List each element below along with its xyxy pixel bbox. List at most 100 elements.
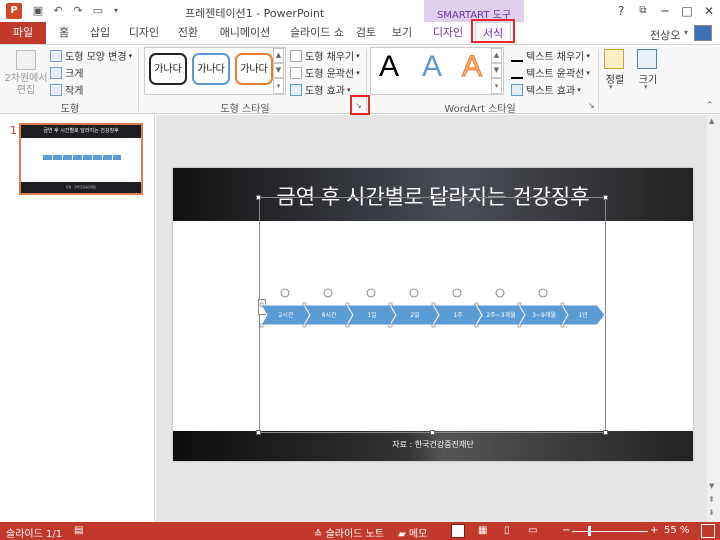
- avatar[interactable]: [694, 25, 712, 41]
- step-label: 2시간: [279, 311, 294, 319]
- vertical-scrollbar[interactable]: [707, 115, 720, 522]
- comment-icon: ▰: [398, 529, 406, 540]
- user-name[interactable]: 전상오: [650, 27, 680, 43]
- step-label: 8시간: [322, 311, 337, 319]
- notes-icon: ≙: [314, 529, 323, 540]
- arrange-button[interactable]: 정렬: [600, 71, 630, 86]
- larger-label: 크게: [65, 69, 84, 80]
- status-bar: 슬라이드 1/1 ▤ ≙ 슬라이드 노트 ▰ 메모 ▦ ▯ ▭ − + 55 %: [0, 522, 720, 540]
- tab-design[interactable]: 디자인: [124, 22, 164, 44]
- resize-handle: [431, 302, 436, 307]
- scroll-up-icon[interactable]: ▲: [709, 117, 714, 125]
- gallery-scroll-down-icon[interactable]: ▼: [491, 63, 502, 78]
- zoom-slider-track[interactable]: [572, 531, 648, 532]
- next-slide-icon[interactable]: ⇟: [708, 508, 715, 517]
- shape-fill-button[interactable]: 도형 채우기 ▾: [290, 48, 360, 63]
- smaller-button[interactable]: 작게: [50, 82, 83, 97]
- shape-effects-button[interactable]: 도형 효과 ▾: [290, 82, 351, 97]
- notes-button[interactable]: ≙ 슬라이드 노트: [314, 525, 384, 540]
- slideshow-start-icon[interactable]: ▭: [90, 3, 106, 19]
- text-outline-button[interactable]: 텍스트 윤곽선 ▾: [511, 65, 590, 80]
- resize-handle[interactable]: [430, 430, 435, 435]
- shape-outline-button[interactable]: 도형 윤곽선 ▾: [290, 65, 360, 80]
- step-label: 1년: [578, 311, 587, 319]
- collapse-ribbon-icon[interactable]: ⌃: [706, 101, 714, 111]
- chevron-down-icon: ▾: [586, 51, 590, 60]
- resize-handle: [517, 323, 522, 328]
- tab-animations[interactable]: 애니메이션: [212, 22, 278, 44]
- slide-edit-area: 금연 후 시간별로 달라지는 건강징후 자료 : 한국건강증진재단 ‹: [156, 115, 720, 522]
- tab-review[interactable]: 검토: [352, 22, 380, 44]
- rotate-handle-icon: [409, 288, 419, 298]
- qat-customize-icon[interactable]: ▾: [108, 3, 124, 19]
- resize-handle[interactable]: [603, 195, 608, 200]
- previous-slide-icon[interactable]: ⇞: [708, 495, 715, 504]
- comments-button[interactable]: ▰ 메모: [398, 525, 427, 540]
- spelling-icon[interactable]: ▤: [74, 525, 83, 536]
- redo-icon[interactable]: ↷: [70, 3, 86, 19]
- shape-style-thumb[interactable]: 가나다: [149, 53, 187, 85]
- resize-handle[interactable]: [430, 195, 435, 200]
- save-icon[interactable]: ▣: [30, 3, 46, 19]
- chevron-down-icon: ▾: [356, 51, 360, 60]
- zoom-level[interactable]: 55 %: [664, 525, 689, 536]
- tab-smartart-design[interactable]: 디자인: [428, 22, 468, 44]
- resize-handle[interactable]: [256, 195, 261, 200]
- fit-slide-icon[interactable]: [701, 524, 715, 538]
- chevron-down-icon: ▾: [644, 83, 648, 91]
- resize-handle: [345, 302, 350, 307]
- zoom-out-button[interactable]: −: [562, 525, 570, 536]
- change-shape-button[interactable]: 도형 모양 변경 ▾: [50, 48, 132, 63]
- text-fill-button[interactable]: 텍스트 채우기 ▾: [511, 48, 590, 63]
- slide-canvas[interactable]: 금연 후 시간별로 달라지는 건강징후 자료 : 한국건강증진재단 ‹: [173, 168, 693, 461]
- user-dropdown-icon[interactable]: ▾: [684, 28, 688, 37]
- chevron-process-diagram[interactable]: 2시간 8시간 1일 2일 1주 2주~3개월 3~9개월 1년: [259, 285, 609, 331]
- help-button[interactable]: ?: [610, 2, 632, 20]
- reading-view-icon[interactable]: ▯: [504, 525, 510, 536]
- gallery-scroll-down-icon[interactable]: ▼: [273, 63, 284, 78]
- tab-transitions[interactable]: 전환: [172, 22, 204, 44]
- slideshow-view-icon[interactable]: ▭: [528, 525, 537, 536]
- tab-view[interactable]: 보기: [388, 22, 416, 44]
- tab-insert[interactable]: 삽입: [84, 22, 116, 44]
- gallery-scroll-up-icon[interactable]: ▲: [491, 48, 502, 63]
- slide-thumbnail[interactable]: 금연 후 시간별로 달라지는 건강징후 자료 : 한국건강증진재단: [19, 123, 143, 195]
- text-fill-icon: [511, 50, 523, 62]
- shape-outline-label: 도형 윤곽선: [305, 69, 355, 80]
- tab-file[interactable]: 파일: [0, 22, 46, 44]
- resize-handle: [388, 302, 393, 307]
- wordart-style-blue[interactable]: A: [422, 50, 442, 84]
- maximize-button[interactable]: □: [676, 2, 698, 20]
- resize-handle: [259, 323, 264, 328]
- undo-icon[interactable]: ↶: [50, 3, 66, 19]
- wordart-style-black[interactable]: A: [379, 50, 399, 84]
- resize-handle: [302, 302, 307, 307]
- dialog-launcher-icon[interactable]: ↘: [588, 101, 595, 110]
- text-effects-button[interactable]: 텍스트 효과 ▾: [511, 82, 581, 97]
- normal-view-button[interactable]: [451, 524, 465, 538]
- shape-style-thumb[interactable]: 가나다: [192, 53, 230, 85]
- shape-style-thumb[interactable]: 가나다: [235, 53, 273, 85]
- larger-button[interactable]: 크게: [50, 65, 83, 80]
- close-button[interactable]: ✕: [698, 2, 720, 20]
- slide-sorter-icon[interactable]: ▦: [478, 525, 487, 536]
- zoom-slider-thumb[interactable]: [588, 526, 591, 536]
- source-caption[interactable]: 자료 : 한국건강증진재단: [173, 439, 693, 450]
- slide-counter: 슬라이드 1/1: [6, 529, 63, 540]
- tab-home[interactable]: 홈: [52, 22, 76, 44]
- scroll-down-icon[interactable]: ▼: [709, 482, 714, 490]
- size-icon: [637, 49, 657, 69]
- size-button[interactable]: 크기: [633, 71, 663, 86]
- smaller-label: 작게: [65, 86, 84, 97]
- resize-handle[interactable]: [603, 430, 608, 435]
- gallery-more-icon[interactable]: ▾: [491, 78, 502, 94]
- gallery-scroll-up-icon[interactable]: ▲: [273, 48, 284, 63]
- chevron-down-icon: ▾: [609, 83, 613, 91]
- resize-handle[interactable]: [256, 430, 261, 435]
- tab-slideshow[interactable]: 슬라이드 쇼: [284, 22, 350, 44]
- zoom-in-button[interactable]: +: [650, 525, 658, 536]
- wordart-style-orange[interactable]: A: [461, 50, 482, 84]
- gallery-more-icon[interactable]: ▾: [273, 78, 284, 94]
- minimize-button[interactable]: ─: [654, 2, 676, 20]
- ribbon-display-button[interactable]: ⧉: [632, 2, 654, 20]
